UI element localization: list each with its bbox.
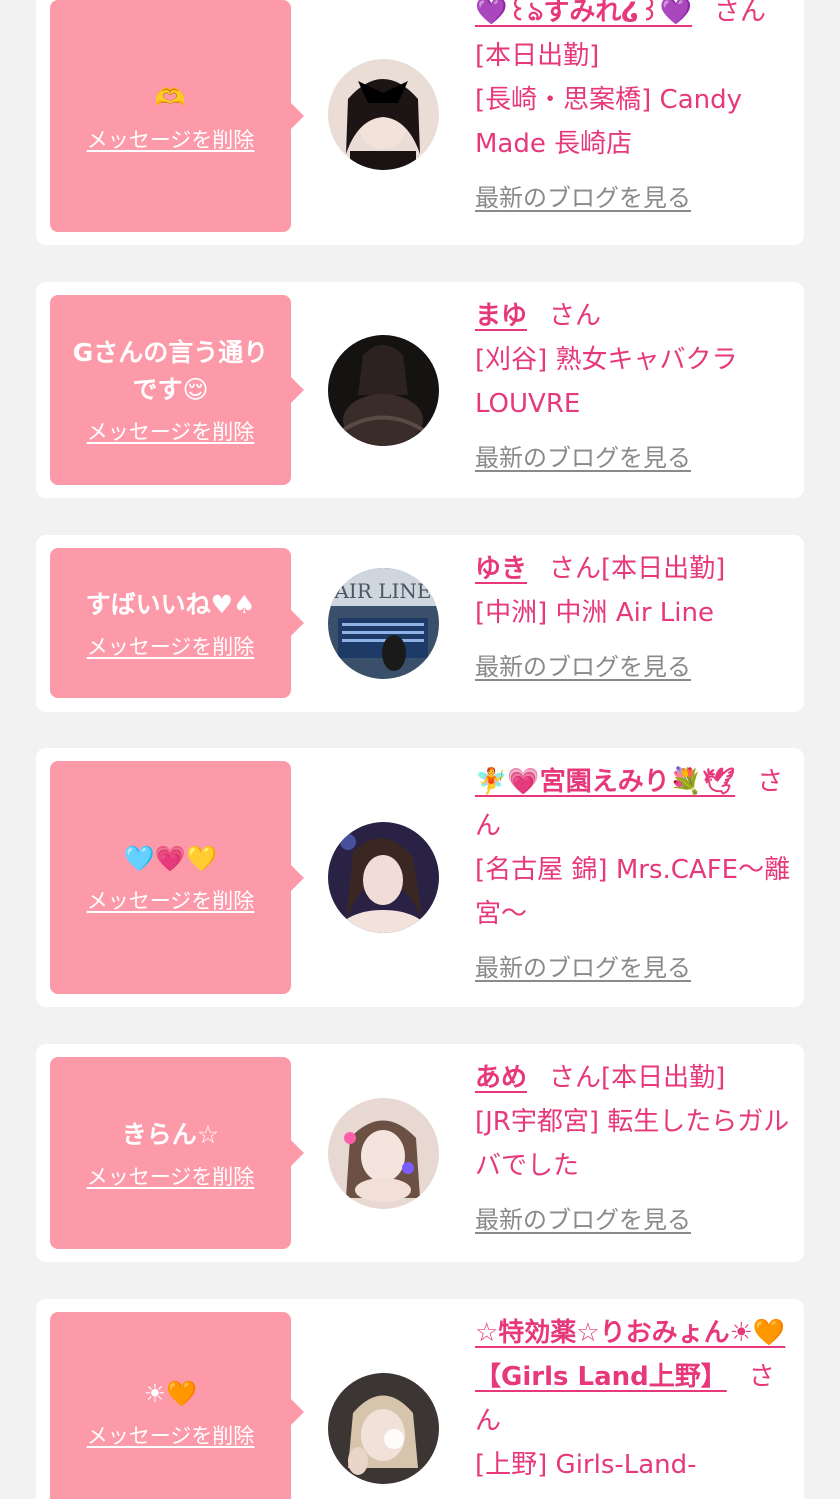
message-bubble: 🩵💗💛 メッセージを削除	[50, 761, 304, 994]
honorific: さん	[549, 554, 602, 584]
avatar[interactable]: AIR LINE	[328, 568, 439, 679]
cast-name-link[interactable]: ☆特効薬☆りおみょん☀🧡【Girls Land上野】	[475, 1318, 785, 1392]
avatar[interactable]	[328, 335, 439, 446]
name-line: あめ さん[本日出勤]	[475, 1056, 795, 1100]
message-card: きらん☆ メッセージを削除 あめ さん[本日出勤] [JR宇都宮] 転生したらガル…	[36, 1044, 804, 1262]
shop-text: [長崎・思案橋] Candy Made 長崎店	[475, 85, 743, 159]
svg-text:AIR LINE: AIR LINE	[333, 579, 431, 603]
name-line: 🧚💗宮園えみり💐🕊 さん	[475, 760, 795, 848]
message-text: ☀🧡	[143, 1378, 198, 1408]
cast-info: ☆特効薬☆りおみょん☀🧡【Girls Land上野】 さん [上野] Girls-…	[475, 1311, 795, 1487]
latest-blog-link[interactable]: 最新のブログを見る	[475, 645, 691, 689]
message-card: ☀🧡 メッセージを削除 ☆特効薬☆りおみょん☀🧡【Girls Land上野】 さん…	[36, 1299, 804, 1499]
message-card: すばいいね♥♠ メッセージを削除 AIR LINE ゆき さん[本日出勤] [中洲…	[36, 535, 804, 712]
shop-text: [名古屋 錦] Mrs.CAFE～離宮～	[475, 855, 791, 929]
avatar[interactable]	[328, 822, 439, 933]
delete-message-link[interactable]: メッセージを削除	[87, 885, 255, 915]
latest-blog-link[interactable]: 最新のブログを見る	[475, 1198, 691, 1242]
message-card: 🫶 メッセージを削除 💜꒰ঌすみれ໒꒱💜 さん [本日出勤] [長崎・思案橋] C…	[36, 0, 804, 245]
latest-blog-link[interactable]: 最新のブログを見る	[475, 176, 691, 220]
cast-name-link[interactable]: 🧚💗宮園えみり💐🕊	[475, 767, 735, 797]
honorific: さん	[714, 0, 767, 27]
latest-blog-link[interactable]: 最新のブログを見る	[475, 436, 691, 480]
latest-blog-link[interactable]: 最新のブログを見る	[475, 946, 691, 990]
delete-message-link[interactable]: メッセージを削除	[87, 416, 255, 446]
status-text: [本日出勤]	[601, 554, 726, 584]
shop-text: [上野] Girls-Land-	[475, 1450, 697, 1480]
message-text: Gさんの言う通りです😌	[72, 338, 269, 404]
message-bubble: きらん☆ メッセージを削除	[50, 1057, 304, 1249]
message-text: 🫶	[154, 82, 187, 112]
message-card: Gさんの言う通りです😌 メッセージを削除 まゆ さん [刈谷] 熟女キャバクラ L…	[36, 282, 804, 498]
delete-message-link[interactable]: メッセージを削除	[87, 1161, 255, 1191]
shop-text: [JR宇都宮] 転生したらガルバでした	[475, 1107, 790, 1181]
message-feed: 🫶 メッセージを削除 💜꒰ঌすみれ໒꒱💜 さん [本日出勤] [長崎・思案橋] C…	[0, 0, 840, 1499]
message-bubble: Gさんの言う通りです😌 メッセージを削除	[50, 295, 304, 485]
shop-text: [刈谷] 熟女キャバクラ LOUVRE	[475, 345, 738, 419]
name-line: 💜꒰ঌすみれ໒꒱💜 さん	[475, 0, 795, 34]
cast-name-link[interactable]: ゆき	[475, 554, 527, 584]
name-line: まゆ さん	[475, 294, 795, 338]
honorific: さん	[549, 1063, 602, 1093]
avatar[interactable]	[328, 1098, 439, 1209]
cast-name-link[interactable]: あめ	[475, 1063, 527, 1093]
cast-name-link[interactable]: 💜꒰ঌすみれ໒꒱💜	[475, 0, 692, 27]
delete-message-link[interactable]: メッセージを削除	[87, 1420, 255, 1450]
message-bubble: 🫶 メッセージを削除	[50, 0, 304, 232]
name-line: ☆特効薬☆りおみょん☀🧡【Girls Land上野】 さん	[475, 1311, 795, 1443]
cast-info: 💜꒰ঌすみれ໒꒱💜 さん [本日出勤] [長崎・思案橋] Candy Made 長…	[475, 0, 795, 220]
delete-message-link[interactable]: メッセージを削除	[87, 124, 255, 154]
message-bubble: すばいいね♥♠ メッセージを削除	[50, 548, 304, 698]
status-text: [本日出勤]	[475, 41, 600, 71]
message-text: きらん☆	[121, 1119, 220, 1149]
delete-message-link[interactable]: メッセージを削除	[87, 631, 255, 661]
message-text: 🩵💗💛	[123, 844, 218, 873]
cast-info: あめ さん[本日出勤] [JR宇都宮] 転生したらガルバでした 最新のブログを見る	[475, 1056, 795, 1242]
avatar[interactable]	[328, 59, 439, 170]
status-text: [本日出勤]	[601, 1063, 726, 1093]
cast-info: 🧚💗宮園えみり💐🕊 さん [名古屋 錦] Mrs.CAFE～離宮～ 最新のブログを…	[475, 760, 795, 990]
shop-text: [中洲] 中洲 Air Line	[475, 598, 714, 628]
cast-info: ゆき さん[本日出勤] [中洲] 中洲 Air Line 最新のブログを見る	[475, 547, 795, 689]
cast-info: まゆ さん [刈谷] 熟女キャバクラ LOUVRE 最新のブログを見る	[475, 294, 795, 480]
name-line: ゆき さん[本日出勤]	[475, 547, 795, 591]
avatar[interactable]	[328, 1373, 439, 1484]
message-bubble: ☀🧡 メッセージを削除	[50, 1312, 304, 1499]
honorific: さん	[549, 301, 602, 331]
message-text: すばいいね♥♠	[85, 589, 256, 619]
cast-name-link[interactable]: まゆ	[475, 301, 527, 331]
message-card: 🩵💗💛 メッセージを削除 🧚💗宮園えみり💐🕊 さん [名古屋 錦] Mrs.CAF…	[36, 748, 804, 1007]
